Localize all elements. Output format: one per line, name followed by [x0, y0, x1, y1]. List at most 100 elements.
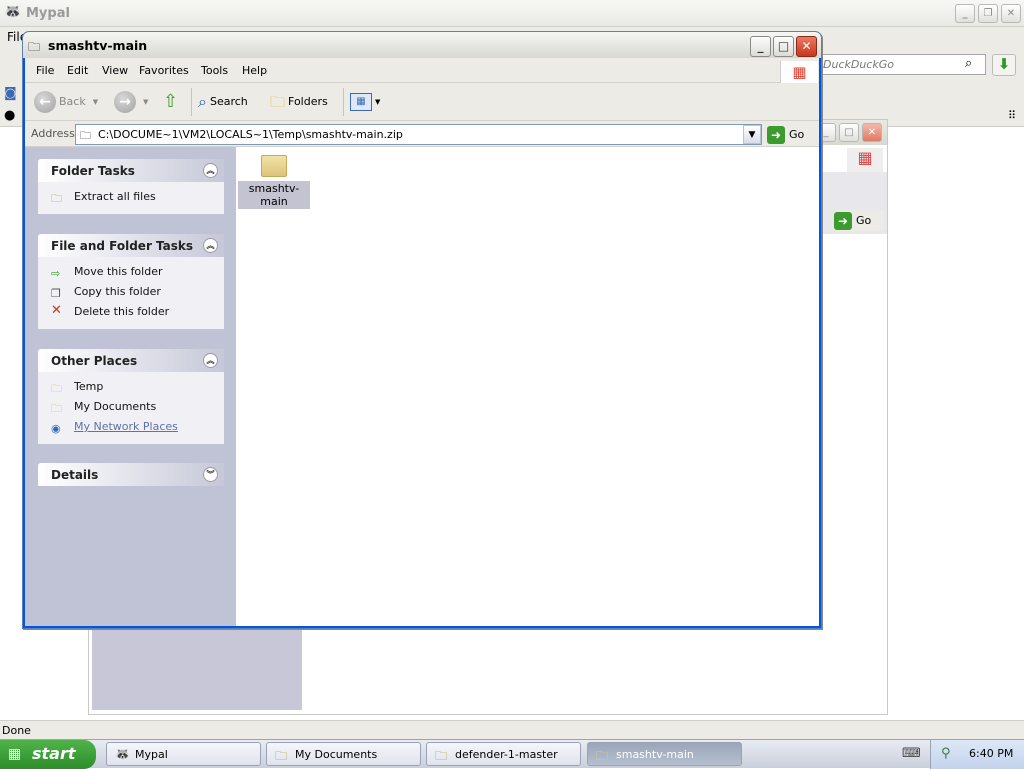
place-my-network-places[interactable]: ◉ My Network Places — [38, 418, 224, 438]
details-panel: Details ︾ — [38, 463, 224, 486]
taskbar: ▦ start 🦝 Mypal 🗀 My Documents 🗀 defende… — [0, 739, 1024, 769]
up-arrow-icon: ⇧ — [163, 91, 179, 112]
clock[interactable]: 6:40 PM — [969, 747, 1013, 760]
taskbar-item-defender[interactable]: 🗀 defender-1-master — [426, 742, 581, 766]
raccoon-icon: 🦝 — [4, 4, 22, 20]
keyboard-icon[interactable]: ⌨ — [902, 746, 921, 761]
zip-folder-icon: 🗀 — [80, 129, 91, 142]
folder-icon: 🗀 — [51, 382, 62, 395]
expand-icon[interactable]: ︾ — [203, 467, 218, 482]
task-extract-all-files[interactable]: 🗀 Extract all files — [38, 188, 224, 208]
explorer-titlebar[interactable]: 🗀 smashtv-main _ □ ✕ — [23, 32, 821, 58]
extract-icon: 🗀 — [51, 192, 62, 205]
copy-icon: ❐ — [51, 287, 61, 300]
task-move-folder[interactable]: ⇨ Move this folder — [38, 263, 224, 283]
chevron-down-icon: ▼ — [375, 98, 381, 106]
forward-button[interactable]: → ▼ — [114, 90, 148, 114]
menu-favorites[interactable]: Favorites — [139, 64, 189, 77]
task-pane: Folder Tasks ︽ 🗀 Extract all files File … — [25, 147, 236, 626]
folder-tasks-panel: Folder Tasks ︽ 🗀 Extract all files — [38, 159, 224, 214]
collapse-icon[interactable]: ︽ — [203, 163, 218, 178]
address-dropdown-button[interactable]: ▼ — [743, 125, 761, 144]
taskbar-item-smashtv[interactable]: 🗀 smashtv-main — [587, 742, 742, 766]
bg-window-close-button[interactable]: ✕ — [862, 123, 882, 142]
up-folder-button[interactable]: ⇧ — [163, 90, 178, 114]
browser-title: Mypal — [26, 6, 70, 21]
back-button[interactable]: ← Back ▼ — [34, 90, 98, 114]
move-folder-icon: ⇨ — [51, 267, 61, 280]
file-folder-tasks-header[interactable]: File and Folder Tasks ︽ — [38, 234, 224, 257]
browser-statusbar: Done — [0, 720, 1024, 739]
address-label: Address — [31, 127, 75, 140]
file-list-view[interactable]: smashtv-main — [236, 147, 819, 626]
maximize-button[interactable]: □ — [773, 36, 794, 57]
close-button[interactable]: ✕ — [796, 36, 817, 57]
github-icon[interactable]: ● — [4, 108, 15, 123]
bookmark-icon[interactable]: ◙ — [4, 86, 17, 101]
file-name: smashtv-main — [238, 181, 310, 209]
bg-window-maximize-button[interactable]: □ — [839, 123, 859, 142]
details-header[interactable]: Details ︾ — [38, 463, 224, 486]
folder-icon — [261, 155, 287, 177]
folder-tasks-header[interactable]: Folder Tasks ︽ — [38, 159, 224, 182]
zip-folder-icon: 🗀 — [28, 40, 41, 54]
taskbar-item-my-documents[interactable]: 🗀 My Documents — [266, 742, 421, 766]
grid-menu-icon[interactable]: ⠿ — [1008, 109, 1016, 122]
chevron-down-icon: ▼ — [143, 98, 149, 106]
windows-flag-icon: ▦ — [8, 746, 22, 762]
folder-icon: 🗀 — [275, 749, 288, 763]
background-go-button[interactable]: ➜ Go — [834, 210, 884, 231]
magnifier-icon: ⌕ — [198, 92, 207, 111]
start-button[interactable]: ▦ start — [0, 740, 96, 769]
chevron-down-icon: ▼ — [748, 130, 756, 140]
network-places-icon: ◉ — [51, 422, 61, 435]
menu-help[interactable]: Help — [242, 64, 267, 77]
system-tray: ⚲ 6:40 PM — [930, 740, 1024, 769]
go-button[interactable]: ➜ Go — [767, 124, 804, 145]
folders-icon: 🗀 — [270, 93, 286, 111]
file-folder-tasks-panel: File and Folder Tasks ︽ ⇨ Move this fold… — [38, 234, 224, 329]
go-arrow-icon: ➜ — [767, 125, 785, 144]
other-places-panel: Other Places ︽ 🗀 Temp 🗀 My Documents ◉ M… — [38, 349, 224, 444]
browser-maximize-button[interactable]: ❐ — [978, 4, 998, 23]
browser-close-button[interactable]: ✕ — [1001, 4, 1021, 23]
views-icon: ▦ — [350, 93, 372, 111]
delete-icon: ✕ — [51, 303, 62, 318]
menu-file[interactable]: File — [36, 64, 54, 77]
taskbar-item-mypal[interactable]: 🦝 Mypal — [106, 742, 261, 766]
task-copy-folder[interactable]: ❐ Copy this folder — [38, 283, 224, 303]
task-delete-folder[interactable]: ✕ Delete this folder — [38, 303, 224, 323]
explorer-window[interactable]: 🗀 smashtv-main _ □ ✕ File Edit View Favo… — [22, 31, 822, 629]
menubar: File Edit View Favorites Tools Help ▦ — [25, 58, 819, 83]
address-input[interactable]: 🗀 C:\DOCUME~1\VM2\LOCALS~1\Temp\smashtv-… — [75, 124, 762, 145]
views-button[interactable]: ▦ ▼ — [350, 90, 380, 114]
menu-edit[interactable]: Edit — [67, 64, 88, 77]
my-documents-icon: 🗀 — [51, 402, 62, 415]
search-icon[interactable]: ⌕ — [965, 56, 972, 71]
forward-arrow-icon: → — [114, 91, 136, 113]
status-text: Done — [2, 724, 31, 737]
minimize-button[interactable]: _ — [750, 36, 771, 57]
other-places-header[interactable]: Other Places ︽ — [38, 349, 224, 372]
chevron-down-icon: ▼ — [92, 98, 99, 106]
windows-logo-icon: ▦ — [847, 148, 883, 172]
network-icon[interactable]: ⚲ — [941, 746, 951, 761]
raccoon-icon: 🦝 — [115, 747, 130, 761]
browser-titlebar: 🦝 Mypal _ ❐ ✕ — [0, 0, 1024, 27]
folder-icon: 🗀 — [435, 749, 448, 763]
menu-view[interactable]: View — [102, 64, 128, 77]
collapse-icon[interactable]: ︽ — [203, 238, 218, 253]
browser-search-input[interactable]: DuckDuckGo — [818, 54, 986, 75]
folders-button[interactable]: 🗀 Folders — [270, 90, 328, 114]
search-button[interactable]: ⌕ Search — [198, 90, 248, 114]
file-item[interactable]: smashtv-main — [238, 152, 310, 209]
place-my-documents[interactable]: 🗀 My Documents — [38, 398, 224, 418]
download-icon[interactable]: ⬇ — [992, 54, 1016, 76]
menu-tools[interactable]: Tools — [201, 64, 228, 77]
windows-logo-icon: ▦ — [780, 61, 818, 83]
browser-minimize-button[interactable]: _ — [955, 4, 975, 23]
address-bar: Address 🗀 C:\DOCUME~1\VM2\LOCALS~1\Temp\… — [25, 121, 819, 147]
place-temp[interactable]: 🗀 Temp — [38, 378, 224, 398]
collapse-icon[interactable]: ︽ — [203, 353, 218, 368]
go-arrow-icon: ➜ — [834, 211, 852, 230]
